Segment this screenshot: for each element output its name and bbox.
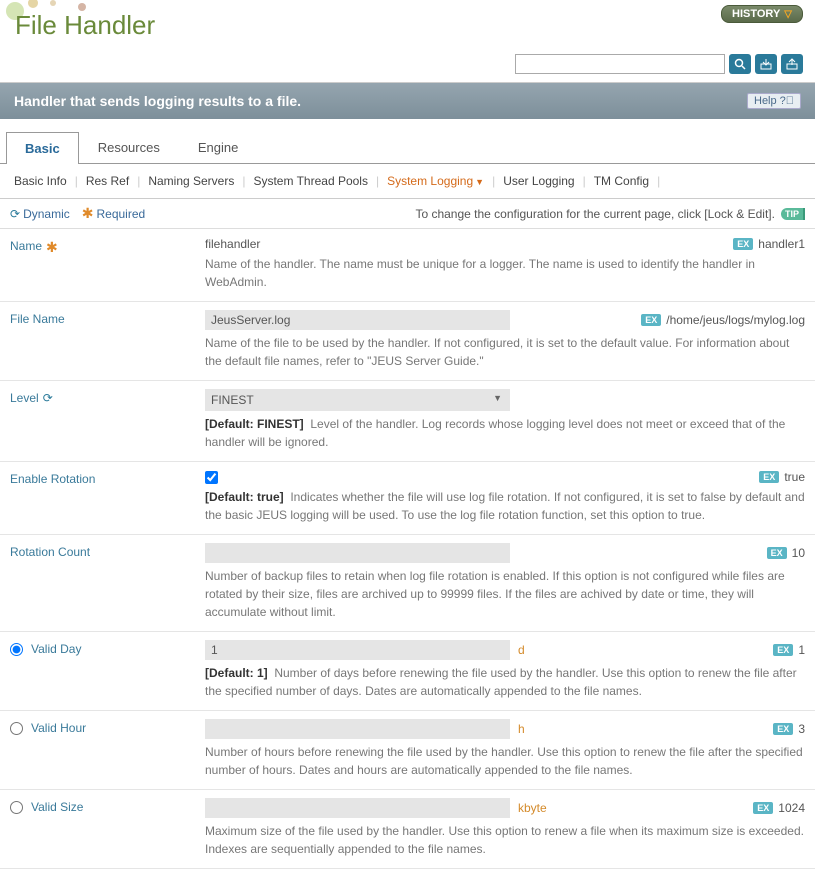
subtab-user-logging[interactable]: User Logging (503, 174, 574, 188)
label-filename: File Name (10, 310, 205, 370)
label-valid-hour: Valid Hour (10, 719, 205, 779)
tab-engine[interactable]: Engine (179, 131, 257, 163)
subtab-tm-config[interactable]: TM Config (594, 174, 649, 188)
valid-hour-input[interactable] (205, 719, 510, 739)
subtab-system-thread-pools[interactable]: System Thread Pools (253, 174, 368, 188)
label-enable-rotation: Enable Rotation (10, 470, 205, 524)
label-name: Name ✱ (10, 237, 205, 291)
help-icon: ?⃝ (780, 95, 794, 107)
name-value: filehandler (205, 237, 260, 251)
valid-day-input[interactable] (205, 640, 510, 660)
label-level: Level ⟳ (10, 389, 205, 451)
subtab-naming-servers[interactable]: Naming Servers (148, 174, 234, 188)
valid-day-unit: d (518, 643, 525, 657)
subtab-basic-info[interactable]: Basic Info (14, 174, 67, 188)
legend-required: ✱Required (82, 205, 145, 222)
ex-badge: EX (767, 547, 787, 559)
page-title: File Handler (10, 10, 800, 41)
subtab-system-logging[interactable]: System Logging▼ (387, 174, 484, 188)
search-icon[interactable] (729, 54, 751, 74)
banner-text: Handler that sends logging results to a … (14, 93, 301, 109)
level-select[interactable]: FINEST (205, 389, 510, 411)
tabs: Basic Resources Engine (0, 131, 815, 164)
rotation-count-input[interactable] (205, 543, 510, 563)
chevron-down-icon: ▼ (475, 177, 484, 187)
ex-badge: EX (753, 802, 773, 814)
subtabs: Basic Info| Res Ref| Naming Servers| Sys… (0, 164, 815, 199)
name-desc: Name of the handler. The name must be un… (205, 255, 805, 291)
required-icon: ✱ (46, 239, 58, 256)
ex-badge: EX (759, 471, 779, 483)
history-button[interactable]: HISTORY ▽ (721, 5, 803, 23)
banner: Handler that sends logging results to a … (0, 82, 815, 119)
valid-hour-desc: Number of hours before renewing the file… (205, 743, 805, 779)
enable-rotation-checkbox[interactable] (205, 471, 218, 484)
subtab-res-ref[interactable]: Res Ref (86, 174, 129, 188)
valid-hour-radio[interactable] (10, 722, 23, 735)
dynamic-icon: ⟳ (10, 207, 20, 221)
help-label: Help (754, 95, 777, 107)
ex-badge: EX (773, 644, 793, 656)
legend-note: To change the configuration for the curr… (415, 207, 775, 221)
valid-size-desc: Maximum size of the file used by the han… (205, 822, 805, 858)
valid-hour-unit: h (518, 722, 525, 736)
filename-input[interactable] (205, 310, 510, 330)
export-icon[interactable] (781, 54, 803, 74)
tip-badge[interactable]: TIP (781, 208, 805, 220)
valid-size-unit: kbyte (518, 801, 547, 815)
tab-resources[interactable]: Resources (79, 131, 179, 163)
valid-size-radio[interactable] (10, 801, 23, 814)
valid-day-desc: [Default: 1] Number of days before renew… (205, 664, 805, 700)
level-desc: [Default: FINEST] Level of the handler. … (205, 415, 805, 451)
label-rotation-count: Rotation Count (10, 543, 205, 621)
label-valid-size: Valid Size (10, 798, 205, 858)
help-button[interactable]: Help ?⃝ (747, 93, 801, 109)
history-label: HISTORY (732, 8, 780, 20)
import-icon[interactable] (755, 54, 777, 74)
filename-desc: Name of the file to be used by the handl… (205, 334, 805, 370)
rotation-count-desc: Number of backup files to retain when lo… (205, 567, 805, 621)
ex-badge: EX (733, 238, 753, 250)
valid-size-input[interactable] (205, 798, 510, 818)
search-input[interactable] (515, 54, 725, 74)
required-icon: ✱ (82, 205, 94, 222)
label-valid-day: Valid Day (10, 640, 205, 700)
chevron-down-icon: ▽ (784, 9, 792, 20)
tab-basic[interactable]: Basic (6, 132, 79, 164)
valid-day-radio[interactable] (10, 643, 23, 656)
ex-badge: EX (641, 314, 661, 326)
dynamic-icon: ⟳ (43, 391, 53, 405)
enable-rotation-desc: [Default: true] Indicates whether the fi… (205, 488, 805, 524)
legend-dynamic: ⟳Dynamic (10, 207, 70, 221)
ex-badge: EX (773, 723, 793, 735)
